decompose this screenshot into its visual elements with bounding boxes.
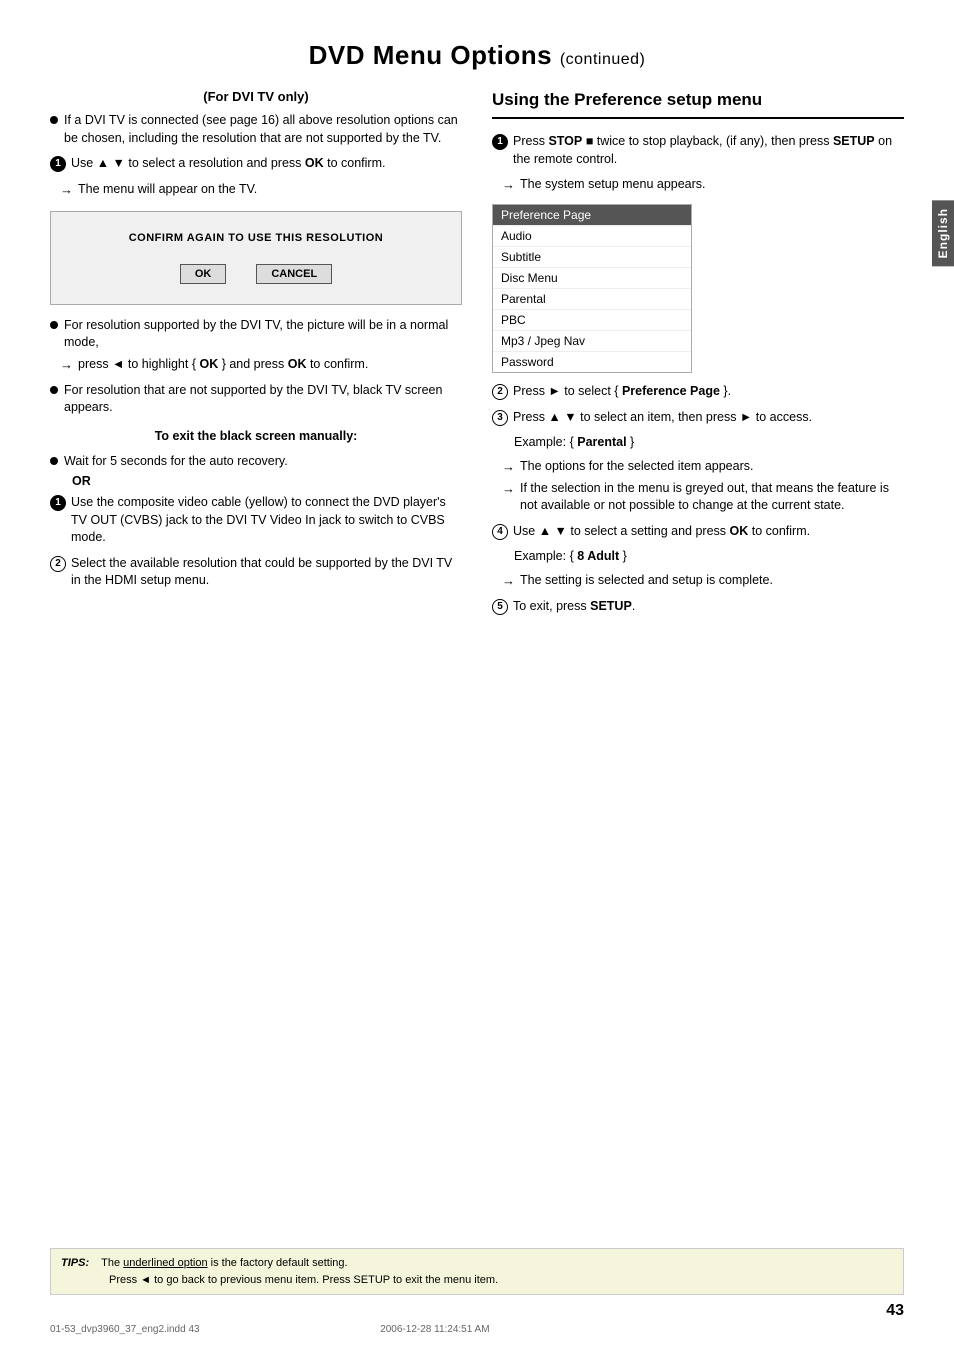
left-bullet-1-text: If a DVI TV is connected (see page 16) a… xyxy=(64,112,462,147)
left-bullet-3-text: For resolution that are not supported by… xyxy=(64,382,462,417)
right-step-badge-5: 5 xyxy=(492,599,508,615)
right-step-4-example: Example: { 8 Adult } xyxy=(514,548,904,566)
page-number: 43 xyxy=(886,1302,904,1320)
english-sidebar-label: English xyxy=(932,200,954,266)
bullet-icon xyxy=(50,116,58,124)
right-step-badge-1: 1 xyxy=(492,134,508,150)
left-bullet-2-text: For resolution supported by the DVI TV, … xyxy=(64,317,462,352)
left-step-b: 2 Select the available resolution that c… xyxy=(50,555,462,590)
dialog-box: CONFIRM AGAIN TO USE THIS RESOLUTION OK … xyxy=(50,211,462,305)
left-bullet-1: If a DVI TV is connected (see page 16) a… xyxy=(50,112,462,147)
right-section-header: Using the Preference setup menu xyxy=(492,89,904,119)
left-step-1: 1 Use ▲ ▼ to select a resolution and pre… xyxy=(50,155,462,173)
bullet-icon-4 xyxy=(50,457,58,465)
title-text: DVD Menu Options xyxy=(309,40,552,70)
step-badge-1: 1 xyxy=(50,156,66,172)
left-bullet-2: For resolution supported by the DVI TV, … xyxy=(50,317,462,352)
two-col-layout: (For DVI TV only) If a DVI TV is connect… xyxy=(50,89,904,624)
left-step-1-text: Use ▲ ▼ to select a resolution and press… xyxy=(71,155,462,173)
arrow-icon-r1: → xyxy=(502,176,515,194)
arrow-icon-r4a: → xyxy=(502,572,515,590)
black-screen-title: To exit the black screen manually: xyxy=(50,429,462,443)
left-column: (For DVI TV only) If a DVI TV is connect… xyxy=(50,89,462,624)
dialog-ok-button[interactable]: OK xyxy=(180,264,227,284)
step-badge-a: 1 xyxy=(50,495,66,511)
arrow-icon: → xyxy=(60,181,73,199)
tips-line2: Press ◄ to go back to previous menu item… xyxy=(109,1274,498,1286)
right-step-badge-3: 3 xyxy=(492,410,508,426)
right-step-5: 5 To exit, press SETUP. xyxy=(492,598,904,616)
pref-menu-row-5: PBC xyxy=(493,310,691,331)
left-step-a: 1 Use the composite video cable (yellow)… xyxy=(50,494,462,547)
right-step-3-example: Example: { Parental } xyxy=(514,434,904,452)
left-step-1-arrow: → The menu will appear on the TV. xyxy=(60,181,462,199)
left-bullet-2-arrow-text: press ◄ to highlight { OK } and press OK… xyxy=(78,356,368,374)
tips-line1: The underlined option is the factory def… xyxy=(101,1257,347,1269)
bullet-icon-2 xyxy=(50,321,58,329)
right-step-3-text: Press ▲ ▼ to select an item, then press … xyxy=(513,409,904,427)
footer-file: 01-53_dvp3960_37_eng2.indd 43 xyxy=(50,1324,200,1335)
left-step-b-text: Select the available resolution that cou… xyxy=(71,555,462,590)
continued-text: (continued) xyxy=(560,51,646,68)
bullet-icon-3 xyxy=(50,386,58,394)
arrow-icon-r3a: → xyxy=(502,458,515,476)
right-step-3-arrow-1-text: The options for the selected item appear… xyxy=(520,458,753,476)
right-step-3: 3 Press ▲ ▼ to select an item, then pres… xyxy=(492,409,904,427)
step-badge-b: 2 xyxy=(50,556,66,572)
footer-info: 01-53_dvp3960_37_eng2.indd 43 2006-12-28… xyxy=(50,1324,490,1335)
left-bullet-2-arrow: → press ◄ to highlight { OK } and press … xyxy=(60,356,462,374)
right-step-3-arrow-1: → The options for the selected item appe… xyxy=(502,458,904,476)
right-step-3-arrow-2-text: If the selection in the menu is greyed o… xyxy=(520,480,904,515)
right-step-5-text: To exit, press SETUP. xyxy=(513,598,904,616)
dialog-buttons: OK CANCEL xyxy=(66,264,446,284)
right-column: Using the Preference setup menu 1 Press … xyxy=(492,89,904,624)
tips-label: TIPS: xyxy=(61,1257,89,1269)
arrow-icon-2: → xyxy=(60,356,73,374)
right-step-2: 2 Press ► to select { Preference Page }. xyxy=(492,383,904,401)
wait-bullet-text: Wait for 5 seconds for the auto recovery… xyxy=(64,453,462,471)
pref-menu-row-3: Disc Menu xyxy=(493,268,691,289)
page-title: DVD Menu Options (continued) xyxy=(50,40,904,71)
left-section-header: (For DVI TV only) xyxy=(50,89,462,104)
dialog-title: CONFIRM AGAIN TO USE THIS RESOLUTION xyxy=(66,232,446,244)
right-step-4-text: Use ▲ ▼ to select a setting and press OK… xyxy=(513,523,904,541)
pref-menu-row-6: Mp3 / Jpeg Nav xyxy=(493,331,691,352)
pref-menu-row-0: Preference Page xyxy=(493,205,691,226)
left-step-1-arrow-text: The menu will appear on the TV. xyxy=(78,181,257,199)
dialog-cancel-button[interactable]: CANCEL xyxy=(256,264,332,284)
right-step-badge-4: 4 xyxy=(492,524,508,540)
pref-menu-row-7: Password xyxy=(493,352,691,372)
or-text: OR xyxy=(72,474,462,488)
arrow-icon-r3b: → xyxy=(502,480,515,498)
right-step-1: 1 Press STOP ■ twice to stop playback, (… xyxy=(492,133,904,168)
right-step-4-arrow-1: → The setting is selected and setup is c… xyxy=(502,572,904,590)
right-step-4-arrow-1-text: The setting is selected and setup is com… xyxy=(520,572,773,590)
right-step-3-arrow-2: → If the selection in the menu is greyed… xyxy=(502,480,904,515)
footer-date: 2006-12-28 11:24:51 AM xyxy=(380,1324,489,1335)
right-step-1-arrow: → The system setup menu appears. xyxy=(502,176,904,194)
pref-menu-row-2: Subtitle xyxy=(493,247,691,268)
right-step-1-arrow-text: The system setup menu appears. xyxy=(520,176,706,194)
wait-bullet: Wait for 5 seconds for the auto recovery… xyxy=(50,453,462,471)
right-step-2-text: Press ► to select { Preference Page }. xyxy=(513,383,904,401)
pref-menu-row-4: Parental xyxy=(493,289,691,310)
right-step-badge-2: 2 xyxy=(492,384,508,400)
preference-menu-box: Preference Page Audio Subtitle Disc Menu… xyxy=(492,204,692,373)
right-step-4: 4 Use ▲ ▼ to select a setting and press … xyxy=(492,523,904,541)
left-step-a-text: Use the composite video cable (yellow) t… xyxy=(71,494,462,547)
tips-bar: TIPS: The underlined option is the facto… xyxy=(50,1248,904,1295)
right-step-1-text: Press STOP ■ twice to stop playback, (if… xyxy=(513,133,904,168)
left-bullet-3: For resolution that are not supported by… xyxy=(50,382,462,417)
page-container: DVD Menu Options (continued) English (Fo… xyxy=(0,0,954,1350)
underline-option: underlined option xyxy=(123,1257,207,1269)
pref-menu-row-1: Audio xyxy=(493,226,691,247)
